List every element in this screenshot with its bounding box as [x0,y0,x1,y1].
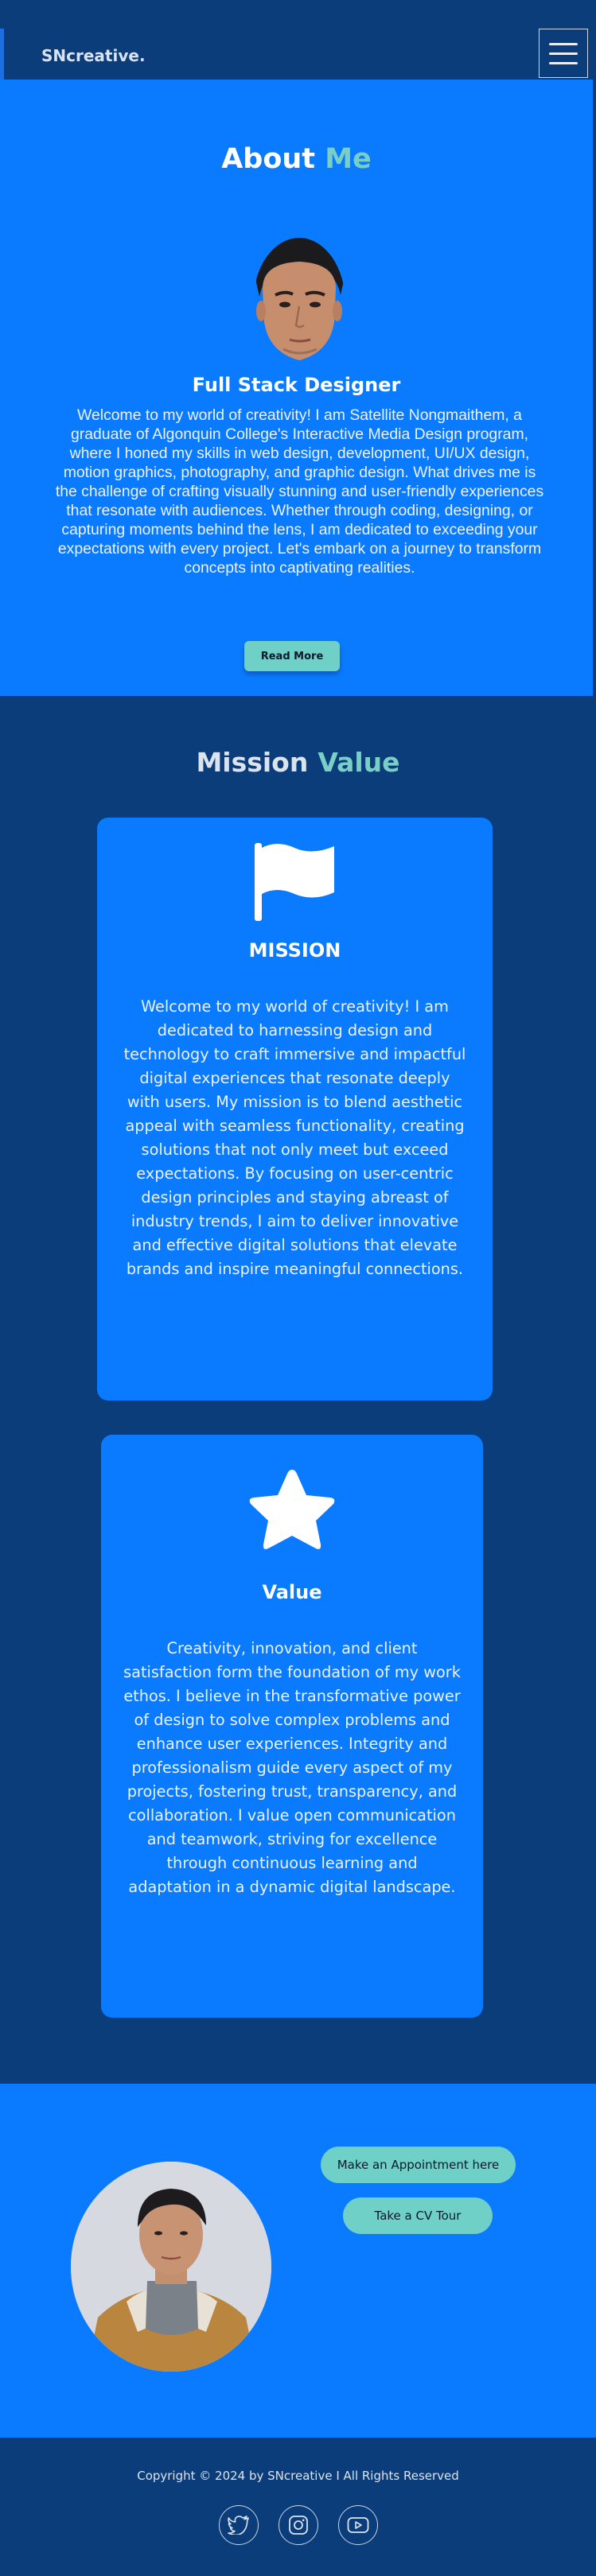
copyright-text: Copyright © 2024 by SNcreative I All Rig… [137,2469,459,2483]
read-more-button[interactable]: Read More [244,641,340,671]
youtube-icon[interactable] [337,2505,378,2545]
footer: Copyright © 2024 by SNcreative I All Rig… [0,2438,596,2576]
brand-logo[interactable]: SNcreative. [41,46,146,65]
navbar: SNcreative. [0,0,596,80]
mission-value-title: Mission Value [196,747,400,778]
about-section: About Me Full Stack Designer Welcome to … [0,80,593,696]
instagram-icon[interactable] [278,2505,318,2545]
social-links [0,2505,596,2545]
mission-value-section: Mission Value MISSION Welcome to my world… [0,696,596,2084]
portrait-image [253,238,345,368]
hamburger-menu-icon[interactable] [539,29,588,78]
appointment-button[interactable]: Make an Appointment here [321,2147,516,2183]
cta-section: Make an Appointment here Take a CV Tour [0,2084,596,2438]
value-heading: Value [262,1581,322,1603]
about-title: About Me [221,143,372,175]
about-description: Welcome to my world of creativity! I am … [55,406,544,577]
star-icon [101,1465,483,1559]
flag-icon [97,841,493,923]
cv-tour-button[interactable]: Take a CV Tour [343,2197,493,2234]
twitter-icon[interactable] [218,2505,259,2545]
mission-heading: MISSION [248,939,341,962]
about-subtitle: Full Stack Designer [192,374,401,396]
mission-card: MISSION Welcome to my world of creativit… [97,818,493,1401]
profile-photo [71,2162,271,2372]
nav-accent-stripe [0,29,4,80]
value-card: Value Creativity, innovation, and client… [101,1435,483,2018]
mission-text: Welcome to my world of creativity! I am … [123,997,466,1278]
value-text: Creativity, innovation, and client satis… [123,1639,461,1896]
